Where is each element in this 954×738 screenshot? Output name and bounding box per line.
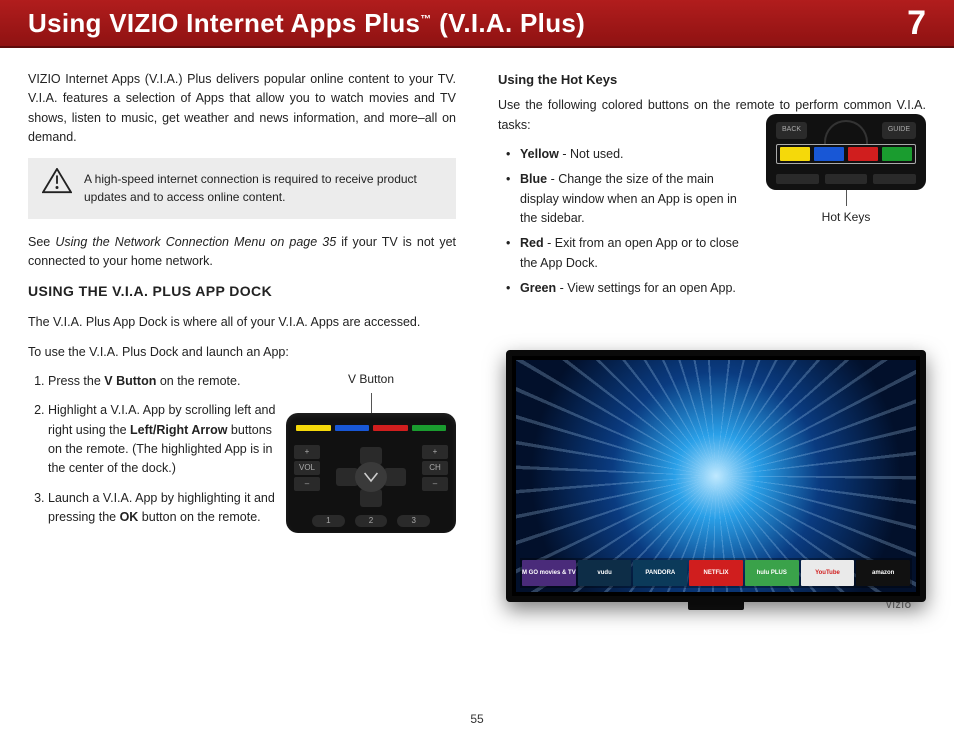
page-title: Using VIZIO Internet Apps Plus™ (V.I.A. … [28, 8, 907, 39]
v-button-icon [355, 462, 387, 492]
intro-paragraph: VIZIO Internet Apps (V.I.A.) Plus delive… [28, 70, 456, 148]
remote-control-image: + VOL – + CH – 1 2 3 [286, 413, 456, 533]
remote-top-image: BACK GUIDE [766, 114, 926, 190]
d-pad [336, 447, 406, 507]
hotkey-green: Green - View settings for an open App. [510, 279, 926, 298]
dock-paragraph-2: To use the V.I.A. Plus Dock and launch a… [28, 343, 456, 362]
hotkeys-label: Hot Keys [766, 208, 926, 227]
app-tile: YouTube [801, 560, 855, 586]
app-dock: M GO movies & TVvuduPANDORANETFLIXhulu P… [520, 558, 912, 588]
title-suffix: (V.I.A. Plus) [432, 8, 586, 38]
app-tile: vudu [578, 560, 632, 586]
warning-note: A high-speed internet connection is requ… [28, 158, 456, 219]
cross-reference: Using the Network Connection Menu on pag… [55, 235, 336, 249]
callout-line [371, 393, 372, 413]
volume-rocker: + VOL – [294, 443, 320, 493]
note-text: A high-speed internet connection is requ… [84, 172, 417, 205]
app-tile: amazon [856, 560, 910, 586]
section-heading: USING THE V.I.A. PLUS APP DOCK [28, 281, 456, 303]
vizio-logo: VIZIO [886, 601, 912, 610]
hotkeys-illustration: BACK GUIDE Hot Keys [766, 114, 926, 227]
app-tile: M GO movies & TV [522, 560, 576, 586]
tv-screen: M GO movies & TVvuduPANDORANETFLIXhulu P… [516, 360, 916, 592]
tv-illustration: M GO movies & TVvuduPANDORANETFLIXhulu P… [506, 350, 926, 602]
see-also: See Using the Network Connection Menu on… [28, 233, 456, 272]
hotkeys-heading: Using the Hot Keys [498, 70, 926, 90]
left-column: VIZIO Internet Apps (V.I.A.) Plus delive… [28, 70, 456, 538]
dock-paragraph-1: The V.I.A. Plus App Dock is where all of… [28, 313, 456, 332]
trademark-symbol: ™ [420, 13, 431, 25]
v-button-label: V Button [286, 370, 456, 389]
remote-illustration: V Button + VOL – + CH – [286, 370, 456, 533]
title-prefix: Using VIZIO Internet Apps Plus [28, 8, 420, 38]
page-number: 55 [0, 712, 954, 726]
number-row: 1 2 3 [312, 515, 430, 527]
app-tile: hulu PLUS [745, 560, 799, 586]
hotkey-red: Red - Exit from an open App or to close … [510, 234, 926, 273]
app-tile: NETFLIX [689, 560, 743, 586]
color-buttons-row [780, 147, 912, 161]
guide-button-label: GUIDE [882, 122, 916, 139]
warning-icon [42, 168, 72, 194]
channel-rocker: + CH – [422, 443, 448, 493]
back-button-label: BACK [776, 122, 807, 139]
chapter-header: Using VIZIO Internet Apps Plus™ (V.I.A. … [0, 0, 954, 48]
callout-line [846, 190, 847, 206]
chapter-number: 7 [907, 4, 926, 43]
app-tile: PANDORA [633, 560, 687, 586]
